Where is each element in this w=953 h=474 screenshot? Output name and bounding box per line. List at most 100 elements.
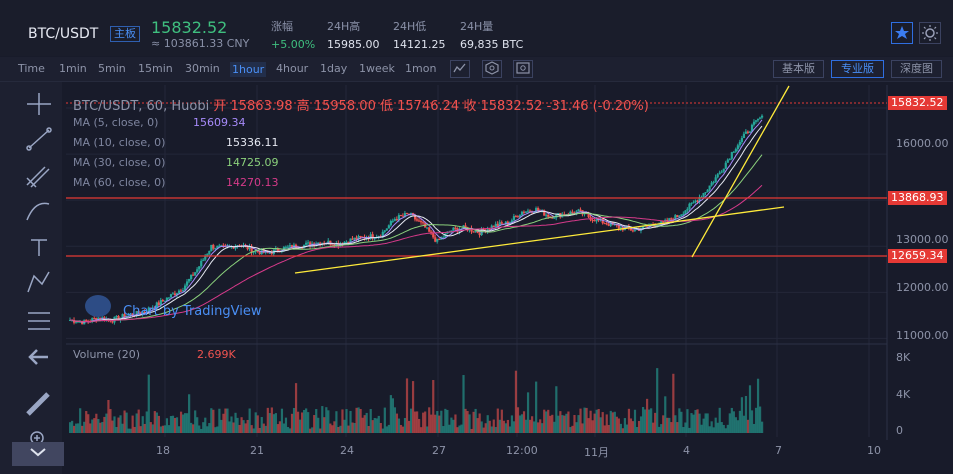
volume-bar bbox=[222, 413, 225, 433]
volume-bar bbox=[528, 419, 532, 433]
volume-bar bbox=[710, 421, 713, 433]
volume-bar bbox=[518, 415, 522, 433]
volume-bar bbox=[284, 417, 288, 433]
ma-legend-60[interactable]: MA (60, close, 0) 14270.13 bbox=[73, 176, 279, 189]
volume-bar bbox=[648, 409, 651, 433]
candle-body bbox=[528, 210, 532, 212]
volume-bar bbox=[734, 417, 737, 433]
volume-bar bbox=[569, 427, 572, 433]
volume-bar bbox=[609, 410, 612, 433]
candle-body bbox=[167, 297, 171, 299]
volume-bar bbox=[603, 425, 606, 433]
time-tick: 24 bbox=[340, 444, 354, 457]
candle-body bbox=[186, 281, 189, 286]
volume-bar bbox=[754, 407, 758, 433]
volume-bar bbox=[761, 421, 764, 433]
volume-bar bbox=[434, 414, 437, 433]
volume-bar bbox=[704, 413, 707, 433]
volume-bar bbox=[409, 408, 413, 433]
volume-bar bbox=[399, 424, 403, 433]
ma-legend-30[interactable]: MA (30, close, 0) 14725.09 bbox=[73, 156, 279, 169]
ma-label: MA (30, close, 0) bbox=[73, 156, 166, 169]
volume-bar bbox=[442, 426, 445, 433]
volume-bar bbox=[139, 426, 142, 433]
ma-legend-10[interactable]: MA (10, close, 0) 15336.11 bbox=[73, 136, 279, 149]
volume-bar bbox=[216, 426, 219, 433]
volume-bar bbox=[186, 413, 189, 433]
candle-body bbox=[607, 224, 610, 226]
volume-bar bbox=[202, 422, 205, 433]
candle-body bbox=[682, 213, 685, 215]
volume-bar bbox=[181, 414, 185, 433]
volume-bar bbox=[571, 425, 574, 433]
volume-bar bbox=[143, 423, 146, 433]
volume-bar bbox=[676, 422, 679, 433]
candle-body bbox=[387, 225, 390, 229]
volume-bar bbox=[682, 427, 685, 433]
volume-bar bbox=[422, 412, 425, 433]
last-price-tag: 15832.52 bbox=[888, 96, 947, 110]
volume-bar bbox=[192, 424, 195, 433]
watermark: Chart by TradingView bbox=[123, 304, 262, 319]
candle-body bbox=[359, 235, 362, 237]
candle-body bbox=[593, 220, 596, 222]
volume-bar bbox=[646, 398, 649, 433]
volume-bar bbox=[460, 424, 463, 433]
volume-bar bbox=[196, 417, 199, 433]
candle-body bbox=[722, 168, 725, 172]
candle-body bbox=[537, 208, 540, 211]
volume-bar bbox=[464, 408, 467, 433]
volume-bar bbox=[650, 408, 653, 433]
volume-bar bbox=[375, 418, 378, 433]
open-label: 开 bbox=[213, 99, 227, 114]
volume-legend[interactable]: Volume (20) bbox=[73, 348, 140, 361]
volume-bar bbox=[555, 386, 558, 433]
candle-body bbox=[720, 171, 723, 173]
volume-bar bbox=[135, 413, 138, 433]
candle-body bbox=[500, 222, 503, 224]
volume-bar bbox=[228, 421, 231, 433]
volume-bar bbox=[692, 414, 695, 433]
volume-bar bbox=[272, 414, 275, 433]
volume-bar bbox=[214, 427, 217, 433]
volume-bar bbox=[597, 408, 600, 433]
volume-bar bbox=[698, 413, 701, 433]
time-tick: 21 bbox=[250, 444, 264, 457]
candle-body bbox=[748, 131, 752, 133]
candle-body bbox=[512, 216, 516, 221]
volume-bar bbox=[167, 425, 171, 433]
volume-bar bbox=[373, 417, 376, 433]
volume-bar bbox=[355, 407, 358, 433]
candle-body bbox=[579, 209, 582, 211]
volume-bar bbox=[123, 410, 126, 433]
volume-bar bbox=[627, 408, 631, 433]
volume-bar bbox=[141, 416, 144, 433]
volume-bar bbox=[175, 417, 179, 433]
volume-bar bbox=[335, 411, 338, 433]
volume-bar bbox=[337, 426, 340, 433]
candle-body bbox=[736, 145, 739, 150]
candle-body bbox=[188, 279, 191, 282]
candle-body bbox=[351, 238, 354, 240]
volume-bar bbox=[516, 407, 520, 433]
volume-bar bbox=[212, 409, 215, 433]
volume-tick: 8K bbox=[896, 351, 911, 364]
volume-bar bbox=[549, 415, 552, 433]
candle-body bbox=[286, 246, 290, 248]
volume-bar bbox=[177, 426, 181, 433]
volume-bar bbox=[444, 408, 447, 433]
volume-bar bbox=[738, 410, 742, 433]
volume-bar bbox=[577, 415, 580, 433]
ma-legend-5[interactable]: MA (5, close, 0) 15609.34 bbox=[73, 116, 246, 129]
volume-bar bbox=[147, 374, 150, 433]
candle-body bbox=[704, 192, 707, 194]
price-chart[interactable] bbox=[0, 0, 953, 474]
volume-bar bbox=[728, 413, 731, 433]
volume-bar bbox=[573, 415, 576, 433]
volume-bar bbox=[480, 421, 483, 433]
candle-body bbox=[210, 244, 213, 251]
volume-bar bbox=[230, 416, 233, 433]
volume-bar bbox=[381, 428, 384, 433]
volume-bar bbox=[309, 428, 312, 433]
volume-bar bbox=[458, 425, 461, 433]
